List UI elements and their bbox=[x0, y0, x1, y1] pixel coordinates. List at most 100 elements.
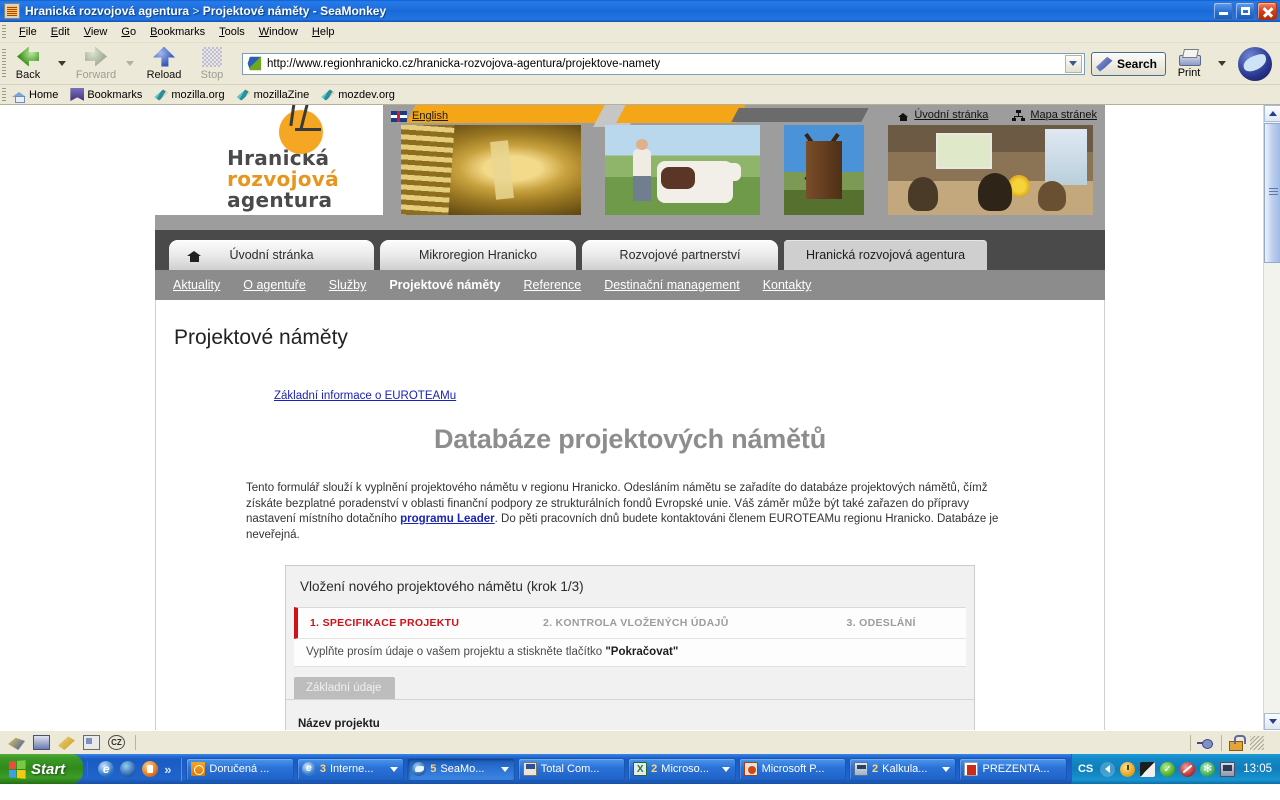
form-step-3[interactable]: 3. ODESLÁNÍ bbox=[847, 608, 966, 638]
subnav-kontakty[interactable]: Kontakty bbox=[763, 278, 812, 292]
english-link[interactable]: English bbox=[412, 110, 448, 122]
forward-dropdown-icon[interactable] bbox=[126, 61, 134, 66]
ie-icon[interactable] bbox=[98, 761, 115, 777]
close-button[interactable] bbox=[1257, 2, 1277, 20]
nav-tab-hranicka-rozvojova-agentura-label: Hranická rozvojová agentura bbox=[806, 248, 966, 262]
show-hidden-arrow-icon[interactable] bbox=[1100, 761, 1116, 777]
pencil-icon bbox=[321, 89, 336, 101]
scrollbar-thumb[interactable] bbox=[1264, 123, 1280, 263]
cz-icon[interactable]: CZ bbox=[108, 735, 125, 750]
nav-tab-rozvojove-partnerstvi[interactable]: Rozvojové partnerství bbox=[582, 240, 778, 270]
composer-icon[interactable] bbox=[58, 736, 75, 750]
nav-tab-mikroregion-hranicko[interactable]: Mikroregion Hranicko bbox=[380, 240, 576, 270]
security-lock-icon[interactable] bbox=[1228, 735, 1246, 751]
top-link-sitemap-label[interactable]: Mapa stránek bbox=[1030, 109, 1097, 121]
bookmark-mozdev-org[interactable]: mozdev.org bbox=[321, 89, 395, 101]
clock-tray-icon[interactable] bbox=[1120, 761, 1136, 777]
menu-bookmarks[interactable]: Bookmarks bbox=[143, 24, 212, 40]
bookmark-mozdev-org-label: mozdev.org bbox=[338, 88, 395, 101]
url-input[interactable]: http://www.regionhranicko.cz/hranicka-ro… bbox=[267, 58, 660, 70]
task-seamonkey-dropdown-icon[interactable] bbox=[500, 766, 509, 772]
top-link-home[interactable]: Úvodní stránka bbox=[898, 109, 988, 121]
top-link-home-label[interactable]: Úvodní stránka bbox=[914, 109, 988, 121]
reload-button[interactable]: Reload bbox=[140, 44, 188, 84]
menu-edit[interactable]: Edit bbox=[44, 24, 77, 40]
media-icon[interactable] bbox=[142, 761, 159, 777]
bookmark-home[interactable]: Home bbox=[12, 88, 58, 103]
form-step-2[interactable]: 2. KONTROLA VLOŽENÝCH ÚDAJŮ bbox=[543, 608, 847, 638]
more-chevron-icon[interactable]: » bbox=[164, 762, 171, 777]
url-bar[interactable]: http://www.regionhranicko.cz/hranicka-ro… bbox=[242, 52, 1085, 75]
menu-go[interactable]: Go bbox=[114, 24, 143, 40]
task-kalkulacka-dropdown-icon[interactable] bbox=[942, 766, 951, 772]
print-dropdown-icon[interactable] bbox=[1218, 61, 1226, 66]
menubar-gripper[interactable] bbox=[2, 25, 6, 40]
antivirus-icon[interactable] bbox=[1160, 761, 1176, 777]
update-icon[interactable] bbox=[1200, 761, 1216, 777]
euroteam-info-link[interactable]: Základní informace o EUROTEAMu bbox=[274, 390, 1104, 402]
task-microsoft-excel[interactable]: 2 Microso... bbox=[628, 757, 736, 781]
block-icon[interactable] bbox=[1180, 761, 1196, 777]
menu-window[interactable]: Window bbox=[252, 24, 305, 40]
subnav-sluzby[interactable]: Služby bbox=[329, 278, 367, 292]
resize-grip-icon[interactable] bbox=[1250, 735, 1264, 750]
subnav-o-agenture[interactable]: O agentuře bbox=[243, 278, 306, 292]
addressbook-icon[interactable] bbox=[83, 735, 100, 750]
minimize-button[interactable] bbox=[1213, 2, 1233, 20]
form-step-1[interactable]: 1. SPECIFIKACE PROJEKTU bbox=[298, 608, 543, 638]
language-indicator[interactable]: CS bbox=[1078, 763, 1093, 775]
search-button[interactable]: Search bbox=[1090, 51, 1166, 76]
app-icon bbox=[4, 3, 20, 19]
bookmark-mozillazine[interactable]: mozillaZine bbox=[236, 89, 309, 101]
task-dorucena[interactable]: Doručená ... bbox=[186, 757, 294, 781]
task-internet-explorer[interactable]: 3 Interne... bbox=[296, 757, 405, 781]
task-seamonkey[interactable]: 5 SeaMo... bbox=[407, 757, 515, 781]
back-dropdown-icon[interactable] bbox=[58, 61, 66, 66]
subnav-destinacni-management[interactable]: Destinační management bbox=[604, 278, 740, 292]
browser-status-bar: CZ bbox=[0, 730, 1280, 754]
bookmarkbar-gripper[interactable] bbox=[2, 88, 6, 102]
leader-program-link[interactable]: programu Leader bbox=[400, 513, 495, 525]
menu-view[interactable]: View bbox=[77, 24, 115, 40]
navigator-icon[interactable] bbox=[8, 737, 25, 750]
keyboard-icon[interactable] bbox=[1140, 761, 1156, 777]
url-dropdown-icon[interactable] bbox=[1064, 54, 1082, 73]
print-button[interactable]: Print bbox=[1166, 44, 1212, 84]
task-prezentace[interactable]: PREZENTA... bbox=[959, 757, 1067, 781]
language-switcher[interactable]: English bbox=[391, 110, 448, 122]
task-kalkulacka[interactable]: 2 Kalkula... bbox=[849, 757, 957, 781]
start-button[interactable]: Start bbox=[0, 754, 84, 784]
form-tab-zakladni-udaje[interactable]: Základní údaje bbox=[294, 677, 396, 699]
task-microsoft-excel-dropdown-icon[interactable] bbox=[721, 766, 730, 772]
network-icon[interactable] bbox=[1220, 761, 1236, 777]
connection-icon[interactable] bbox=[1197, 736, 1215, 750]
forward-button[interactable]: Forward bbox=[72, 44, 120, 84]
subnav-aktuality[interactable]: Aktuality bbox=[173, 278, 220, 292]
navbar-gripper[interactable] bbox=[2, 49, 6, 79]
bookmark-mozilla-org[interactable]: mozilla.org bbox=[154, 89, 225, 101]
site-logo[interactable]: Hranická rozvojová agentura bbox=[155, 105, 383, 215]
scroll-down-button[interactable] bbox=[1264, 713, 1280, 730]
firefox-icon[interactable] bbox=[120, 761, 137, 777]
page-scrollbar[interactable] bbox=[1263, 105, 1280, 730]
quick-launch-bar: » bbox=[87, 761, 177, 777]
task-internet-explorer-dropdown-icon[interactable] bbox=[390, 766, 399, 772]
throbber-icon[interactable] bbox=[1238, 46, 1272, 81]
back-button[interactable]: Back bbox=[4, 44, 52, 84]
bookmark-bookmarks[interactable]: Bookmarks bbox=[70, 88, 142, 101]
maximize-button[interactable] bbox=[1235, 2, 1255, 20]
subnav-projektove-namety[interactable]: Projektové náměty bbox=[389, 278, 500, 292]
menu-tools[interactable]: Tools bbox=[212, 24, 252, 40]
scroll-up-button[interactable] bbox=[1264, 105, 1280, 122]
task-total-commander[interactable]: Total Com... bbox=[517, 757, 626, 781]
menu-file[interactable]: File bbox=[12, 24, 44, 40]
top-link-sitemap[interactable]: Mapa stránek bbox=[1012, 109, 1097, 121]
mail-icon[interactable] bbox=[33, 735, 50, 750]
task-microsoft-powerpoint[interactable]: Microsoft P... bbox=[738, 757, 847, 781]
nav-tab-uvodni-stranka[interactable]: Úvodní stránka bbox=[169, 240, 374, 270]
nav-tab-hranicka-rozvojova-agentura[interactable]: Hranická rozvojová agentura bbox=[784, 240, 988, 270]
subnav-reference[interactable]: Reference bbox=[524, 278, 582, 292]
taskbar-clock[interactable]: 13:05 bbox=[1243, 763, 1272, 775]
menu-help[interactable]: Help bbox=[305, 24, 342, 40]
stop-button[interactable]: Stop bbox=[188, 44, 236, 84]
